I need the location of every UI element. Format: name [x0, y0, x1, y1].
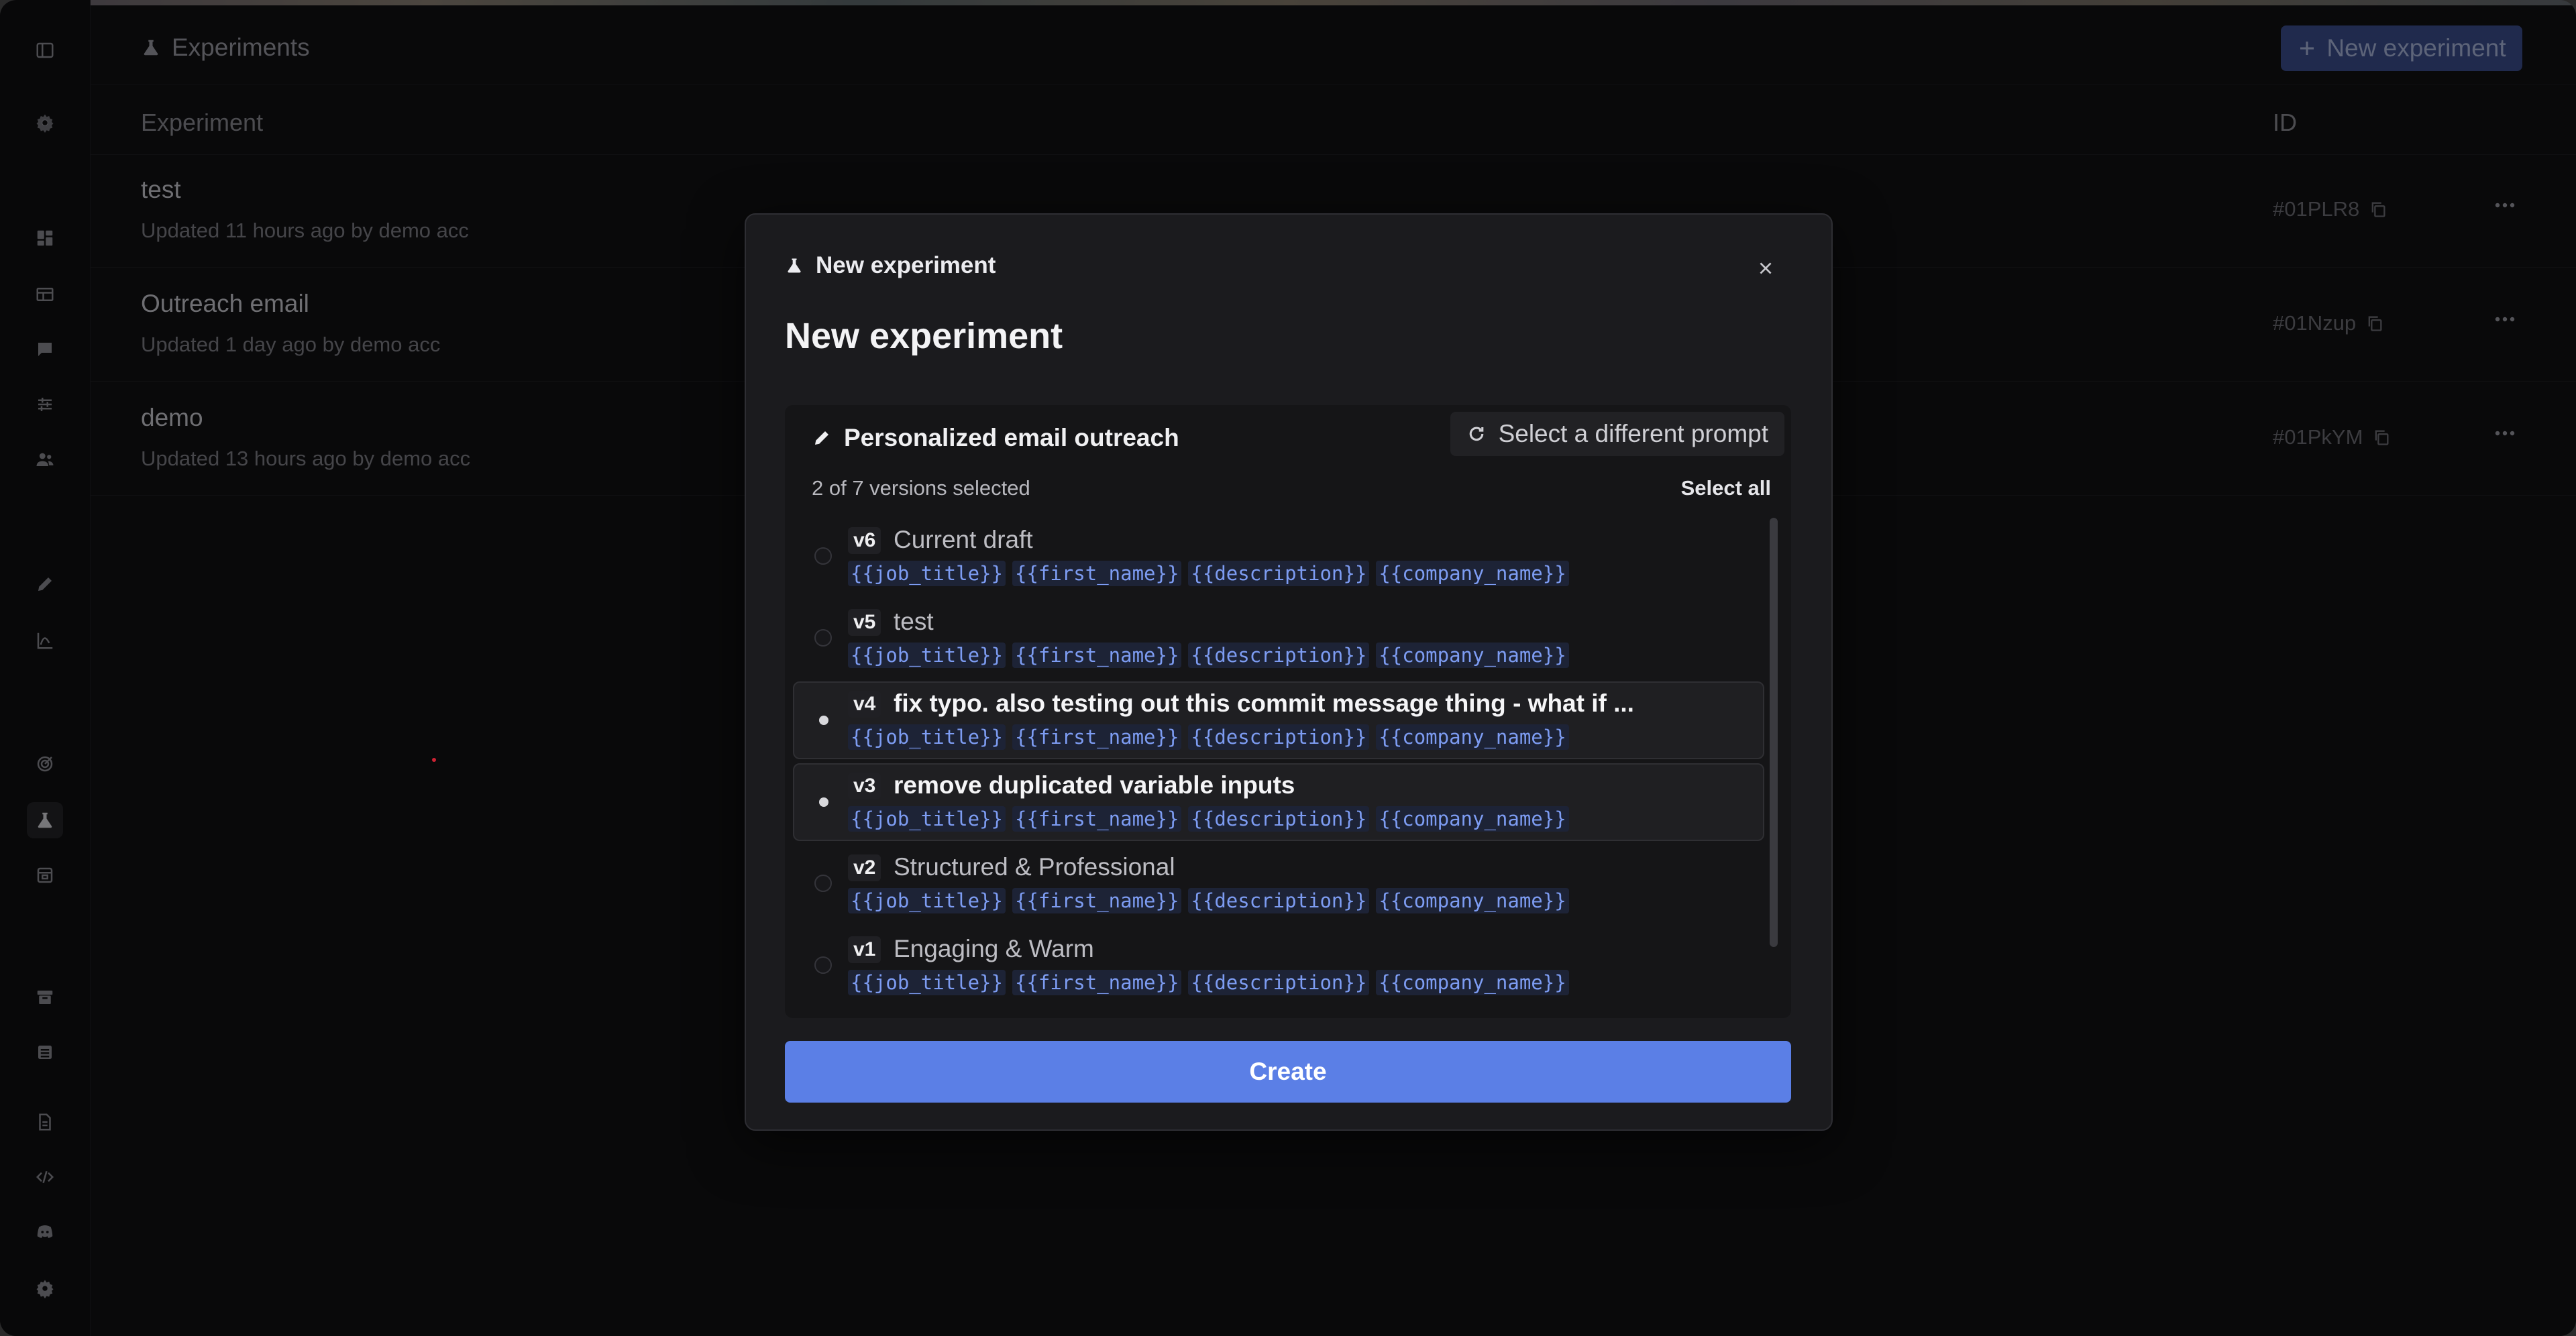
- version-radio[interactable]: [814, 956, 832, 974]
- version-label: test: [894, 608, 934, 635]
- dialog-header-text: New experiment: [816, 252, 996, 278]
- version-option-v4[interactable]: v4 fix typo. also testing out this commi…: [793, 681, 1764, 759]
- variable-chip: {{first_name}}: [1012, 724, 1182, 750]
- version-label: Engaging & Warm: [894, 935, 1094, 962]
- pencil-icon: [815, 431, 828, 445]
- select-different-prompt-button[interactable]: Select a different prompt: [1450, 412, 1784, 456]
- variable-chip: {{company_name}}: [1376, 888, 1569, 913]
- variable-chip: {{first_name}}: [1012, 888, 1182, 913]
- version-variables: {{job_title}} {{first_name}} {{descripti…: [848, 888, 1569, 913]
- version-variables: {{job_title}} {{first_name}} {{descripti…: [848, 806, 1569, 832]
- version-option-v2[interactable]: v2 Structured & Professional {{job_title…: [793, 845, 1764, 923]
- variable-chip: {{first_name}}: [1012, 643, 1182, 668]
- prompt-name-text: Personalized email outreach: [844, 424, 1179, 451]
- close-icon[interactable]: [1752, 255, 1779, 282]
- version-option-v1[interactable]: v1 Engaging & Warm {{job_title}} {{first…: [793, 927, 1764, 1005]
- variable-chip: {{description}}: [1188, 888, 1370, 913]
- flask-icon: [788, 258, 801, 273]
- variable-chip: {{description}}: [1188, 561, 1370, 586]
- cursor-dot: [432, 758, 436, 762]
- new-experiment-dialog: New experiment New experiment Personaliz…: [745, 213, 1833, 1131]
- variable-chip: {{company_name}}: [1376, 643, 1569, 668]
- dialog-header: New experiment: [785, 252, 996, 279]
- version-radio-selected[interactable]: [814, 711, 832, 728]
- version-variables: {{job_title}} {{first_name}} {{descripti…: [848, 561, 1569, 586]
- version-tag: v1: [848, 936, 881, 963]
- variable-chip: {{job_title}}: [848, 806, 1006, 832]
- version-radio[interactable]: [814, 547, 832, 565]
- dialog-title: New experiment: [785, 316, 1063, 356]
- variable-chip: {{description}}: [1188, 643, 1370, 668]
- version-variables: {{job_title}} {{first_name}} {{descripti…: [848, 724, 1569, 750]
- version-radio[interactable]: [814, 629, 832, 647]
- prompt-version-panel: Personalized email outreach Select a dif…: [785, 405, 1791, 1018]
- variable-chip: {{first_name}}: [1012, 561, 1182, 586]
- variable-chip: {{first_name}}: [1012, 970, 1182, 995]
- variable-chip: {{description}}: [1188, 806, 1370, 832]
- variable-chip: {{company_name}}: [1376, 806, 1569, 832]
- variable-chip: {{description}}: [1188, 970, 1370, 995]
- version-tag: v2: [848, 854, 881, 881]
- version-tag: v6: [848, 527, 881, 554]
- version-radio[interactable]: [814, 875, 832, 892]
- version-option-v5[interactable]: v5 test {{job_title}} {{first_name}} {{d…: [793, 600, 1764, 677]
- refresh-icon: [1469, 427, 1483, 441]
- variable-chip: {{company_name}}: [1376, 970, 1569, 995]
- version-variables: {{job_title}} {{first_name}} {{descripti…: [848, 970, 1569, 995]
- version-option-v6[interactable]: v6 Current draft {{job_title}} {{first_n…: [793, 518, 1764, 596]
- variable-chip: {{job_title}}: [848, 970, 1006, 995]
- version-label: Structured & Professional: [894, 853, 1175, 881]
- app-window: Experiments New experiment Experiment ID…: [0, 0, 2576, 1336]
- version-list-scrollbar[interactable]: [1770, 518, 1778, 947]
- selection-count: 2 of 7 versions selected: [812, 476, 1030, 500]
- variable-chip: {{job_title}}: [848, 888, 1006, 913]
- variable-chip: {{company_name}}: [1376, 724, 1569, 750]
- create-button[interactable]: Create: [785, 1041, 1791, 1103]
- version-option-v3[interactable]: v3 remove duplicated variable inputs {{j…: [793, 763, 1764, 841]
- version-label: fix typo. also testing out this commit m…: [894, 689, 1634, 717]
- version-variables: {{job_title}} {{first_name}} {{descripti…: [848, 643, 1569, 668]
- variable-chip: {{first_name}}: [1012, 806, 1182, 832]
- version-tag: v5: [848, 609, 881, 636]
- variable-chip: {{job_title}}: [848, 561, 1006, 586]
- version-tag: v3: [848, 773, 881, 799]
- version-label: remove duplicated variable inputs: [894, 771, 1295, 799]
- version-label: Current draft: [894, 526, 1033, 553]
- version-radio-selected[interactable]: [814, 793, 832, 810]
- variable-chip: {{company_name}}: [1376, 561, 1569, 586]
- select-different-prompt-label: Select a different prompt: [1498, 420, 1768, 447]
- variable-chip: {{job_title}}: [848, 643, 1006, 668]
- version-tag: v4: [848, 691, 881, 718]
- variable-chip: {{job_title}}: [848, 724, 1006, 750]
- prompt-name: Personalized email outreach: [812, 424, 1179, 452]
- variable-chip: {{description}}: [1188, 724, 1370, 750]
- select-all-link[interactable]: Select all: [1681, 476, 1771, 500]
